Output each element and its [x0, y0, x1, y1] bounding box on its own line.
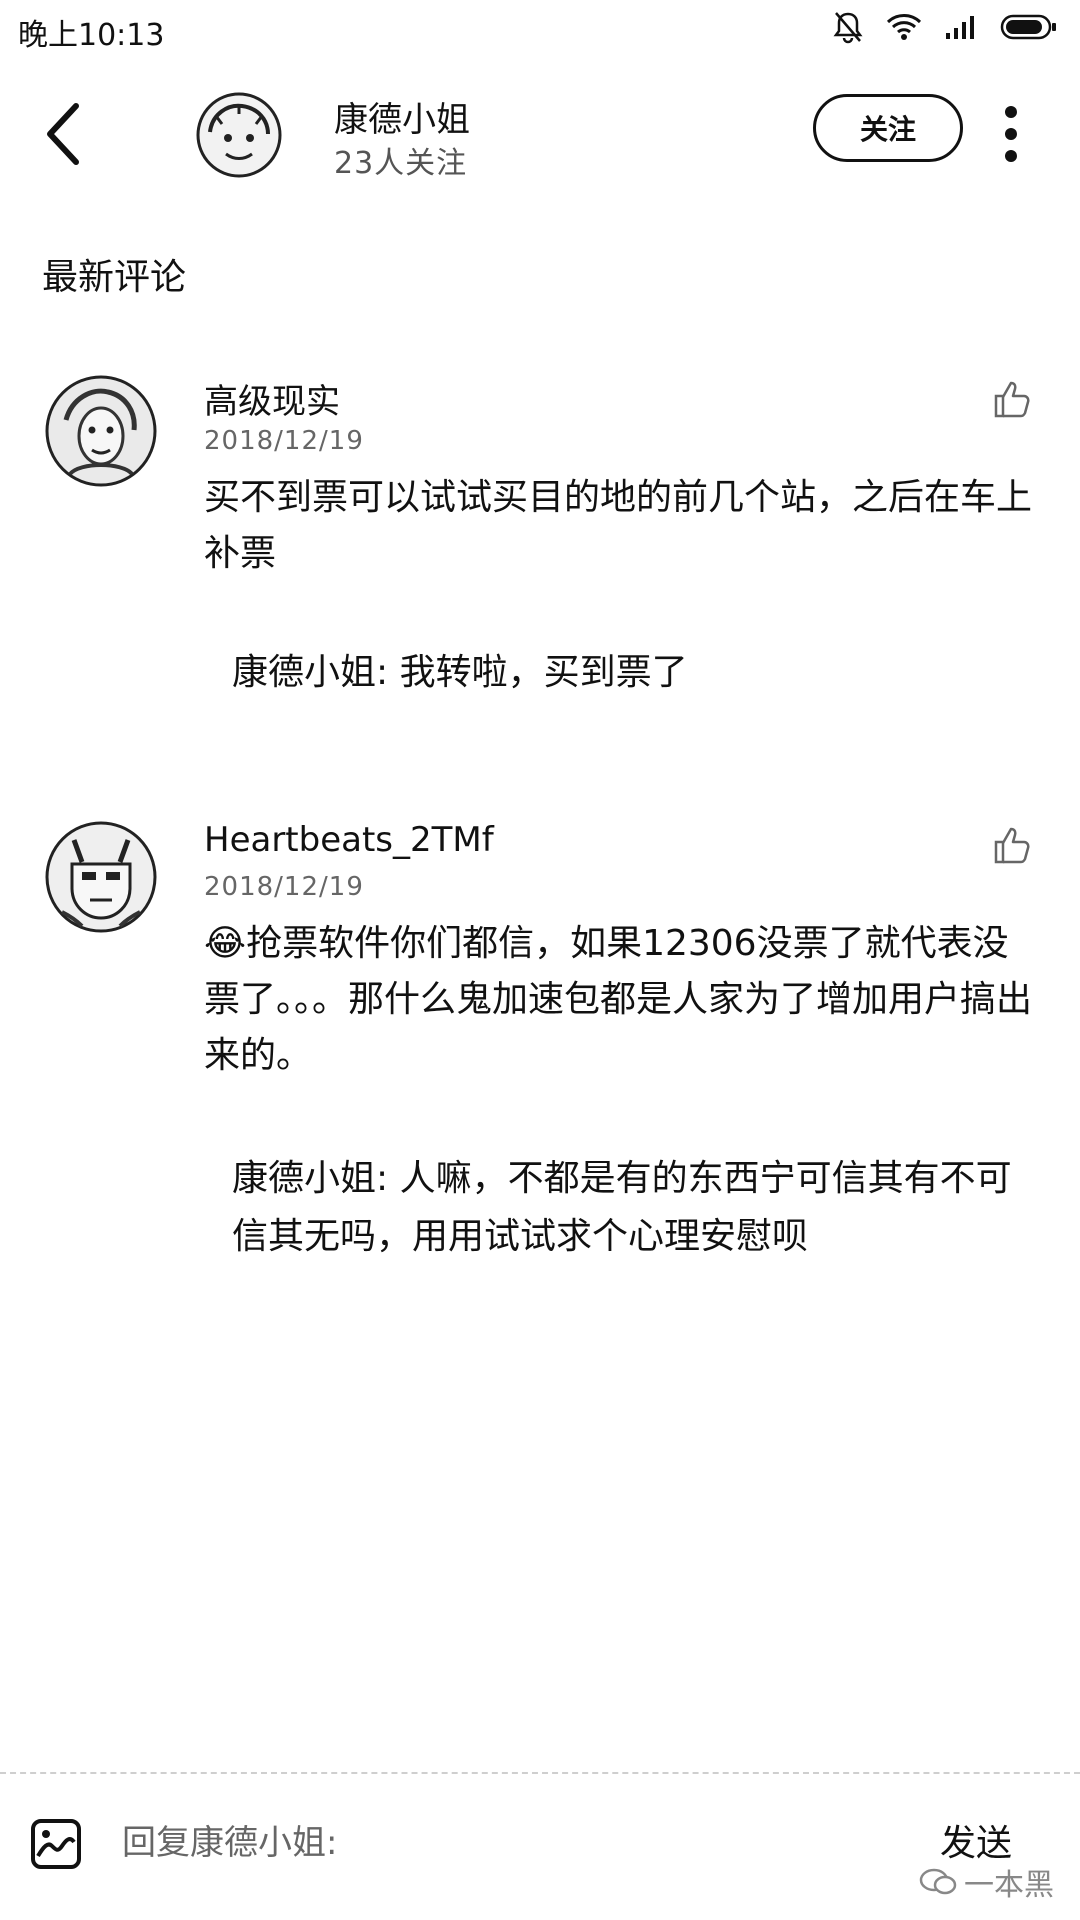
send-button[interactable]: 发送	[940, 1814, 1012, 1866]
header: 康德小姐 23人关注 关注	[0, 70, 1080, 200]
comment-date: 2018/12/19	[204, 872, 364, 902]
follow-button[interactable]: 关注	[813, 94, 963, 162]
watermark: 一本黑	[918, 1860, 1054, 1904]
section-title: 最新评论	[42, 257, 187, 298]
mute-alarm-icon	[833, 12, 863, 44]
bottom-divider	[0, 1772, 1080, 1774]
chat-bubble-icon	[919, 1868, 957, 1895]
comment-text: 买不到票可以试试买目的地的前几个站，之后在车上补票	[204, 477, 1033, 574]
image-attach-icon[interactable]	[30, 1818, 82, 1870]
watermark-text: 一本黑	[964, 1868, 1054, 1903]
wifi-icon	[886, 14, 922, 40]
commenter-name[interactable]: 高级现实	[204, 374, 340, 423]
status-icons	[832, 10, 1058, 44]
reply-input[interactable]	[120, 1812, 904, 1874]
profile-name: 康德小姐	[334, 100, 470, 140]
more-options-icon[interactable]	[1004, 104, 1018, 164]
signal-icon	[946, 16, 974, 39]
comment-reply[interactable]: 康德小姐: 人嘛，不都是有的东西宁可信其有不可信其无吗，用用试试求个心理安慰呗	[232, 1150, 1012, 1266]
thumbs-up-icon[interactable]	[992, 378, 1034, 420]
status-bar: 晚上10:13	[0, 0, 1080, 58]
battery-icon	[1000, 14, 1056, 40]
back-arrow-icon[interactable]	[40, 94, 90, 174]
commenter-avatar[interactable]	[44, 374, 158, 488]
commenter-name[interactable]: Heartbeats_2TMf	[204, 820, 494, 860]
follower-count: 23人关注	[334, 146, 468, 181]
comment-date: 2018/12/19	[204, 426, 364, 456]
status-time: 晚上10:13	[18, 18, 165, 53]
thumbs-up-icon[interactable]	[992, 824, 1034, 866]
comment-reply[interactable]: 康德小姐: 我转啦，买到票了	[232, 644, 1012, 702]
commenter-avatar[interactable]	[44, 820, 158, 934]
comment-text: 😂抢票软件你们都信，如果12306没票了就代表没票了。。。那什么鬼加速包都是人家…	[204, 923, 1033, 1076]
avatar[interactable]	[196, 92, 282, 178]
